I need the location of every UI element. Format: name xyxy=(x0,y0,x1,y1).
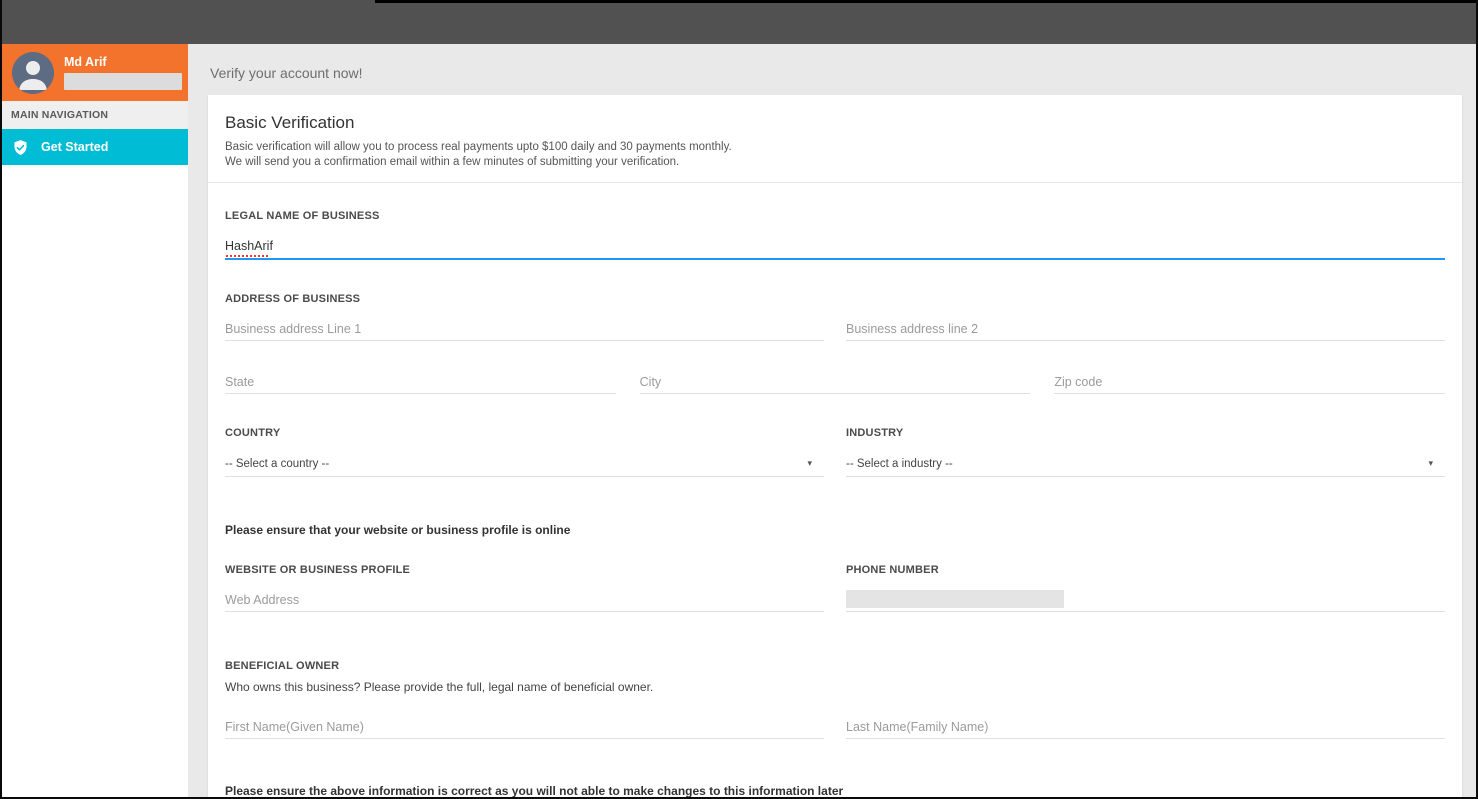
person-icon xyxy=(12,52,54,94)
city-input[interactable] xyxy=(640,370,1031,394)
spellcheck-squiggle xyxy=(226,255,268,257)
address-line2-cell xyxy=(846,317,1445,341)
page-title: Verify your account now! xyxy=(210,65,1462,81)
website-online-note: Please ensure that your website or busin… xyxy=(225,523,1445,537)
window-top-edge xyxy=(375,0,1476,3)
app-window: Md Arif MAIN NAVIGATION Get Started Veri… xyxy=(0,0,1478,799)
industry-label: INDUSTRY xyxy=(846,427,1445,439)
card-description-line1: Basic verification will allow you to pro… xyxy=(225,140,1445,155)
country-cell: COUNTRY -- Select a country -- ▾ xyxy=(225,427,824,477)
country-select[interactable]: -- Select a country -- ▾ xyxy=(225,451,824,477)
confirm-note: Please ensure the above information is c… xyxy=(225,784,1445,798)
phone-value-redacted xyxy=(846,590,1064,608)
user-email-redacted xyxy=(64,73,182,90)
phone-cell: PHONE NUMBER xyxy=(846,564,1445,612)
country-industry-row: COUNTRY -- Select a country -- ▾ INDUSTR… xyxy=(225,427,1445,477)
user-info: Md Arif xyxy=(64,55,178,90)
card-title: Basic Verification xyxy=(225,113,1445,133)
owner-names-row xyxy=(225,715,1445,739)
user-panel: Md Arif xyxy=(2,44,188,101)
window-topbar xyxy=(2,0,1476,44)
industry-select[interactable]: -- Select a industry -- ▾ xyxy=(846,451,1445,477)
address-line1-input[interactable] xyxy=(225,317,824,341)
legal-name-field xyxy=(225,234,1445,260)
sidebar: Md Arif MAIN NAVIGATION Get Started xyxy=(2,44,188,797)
website-cell: WEBSITE OR BUSINESS PROFILE xyxy=(225,564,824,612)
country-label: COUNTRY xyxy=(225,427,824,439)
industry-cell: INDUSTRY -- Select a industry -- ▾ xyxy=(846,427,1445,477)
address-label: ADDRESS OF BUSINESS xyxy=(225,293,824,305)
sidebar-item-label: Get Started xyxy=(41,140,108,154)
card-header: Basic Verification Basic verification wi… xyxy=(208,95,1462,170)
first-name-input[interactable] xyxy=(225,715,824,739)
card-description-line2: We will send you a confirmation email wi… xyxy=(225,155,1445,170)
phone-label: PHONE NUMBER xyxy=(846,564,1445,576)
address-row: ADDRESS OF BUSINESS xyxy=(225,293,1445,341)
verification-form: LEGAL NAME OF BUSINESS ADDRESS OF BUSINE… xyxy=(208,206,1462,799)
state-input[interactable] xyxy=(225,370,616,394)
verification-card: Basic Verification Basic verification wi… xyxy=(208,95,1462,799)
website-phone-row: WEBSITE OR BUSINESS PROFILE PHONE NUMBER xyxy=(225,564,1445,612)
shield-check-icon xyxy=(12,139,29,156)
address-line1-cell: ADDRESS OF BUSINESS xyxy=(225,293,824,341)
legal-name-input[interactable] xyxy=(225,234,1445,260)
legal-name-row: LEGAL NAME OF BUSINESS xyxy=(225,206,1445,260)
industry-select-value: -- Select a industry -- xyxy=(846,458,953,470)
address-line2-input[interactable] xyxy=(846,317,1445,341)
beneficial-owner-description: Who owns this business? Please provide t… xyxy=(225,680,1445,694)
avatar xyxy=(12,52,54,94)
phone-input[interactable] xyxy=(846,588,1445,612)
zip-input[interactable] xyxy=(1054,370,1445,394)
sidebar-item-get-started[interactable]: Get Started xyxy=(2,129,188,165)
website-input[interactable] xyxy=(225,588,824,612)
beneficial-owner-section: BENEFICIAL OWNER Who owns this business?… xyxy=(225,656,1445,694)
beneficial-owner-label: BENEFICIAL OWNER xyxy=(225,660,339,672)
country-select-value: -- Select a country -- xyxy=(225,458,329,470)
card-divider xyxy=(208,182,1462,183)
last-name-input[interactable] xyxy=(846,715,1445,739)
sidebar-body xyxy=(2,165,188,797)
dropdown-caret-icon: ▾ xyxy=(1428,458,1433,469)
website-label: WEBSITE OR BUSINESS PROFILE xyxy=(225,564,824,576)
user-name: Md Arif xyxy=(64,55,178,69)
main-content: Verify your account now! Basic Verificat… xyxy=(188,44,1476,797)
sidebar-nav-header: MAIN NAVIGATION xyxy=(2,101,188,129)
legal-name-label: LEGAL NAME OF BUSINESS xyxy=(225,210,380,222)
state-city-zip-row xyxy=(225,370,1445,394)
dropdown-caret-icon: ▾ xyxy=(807,458,812,469)
